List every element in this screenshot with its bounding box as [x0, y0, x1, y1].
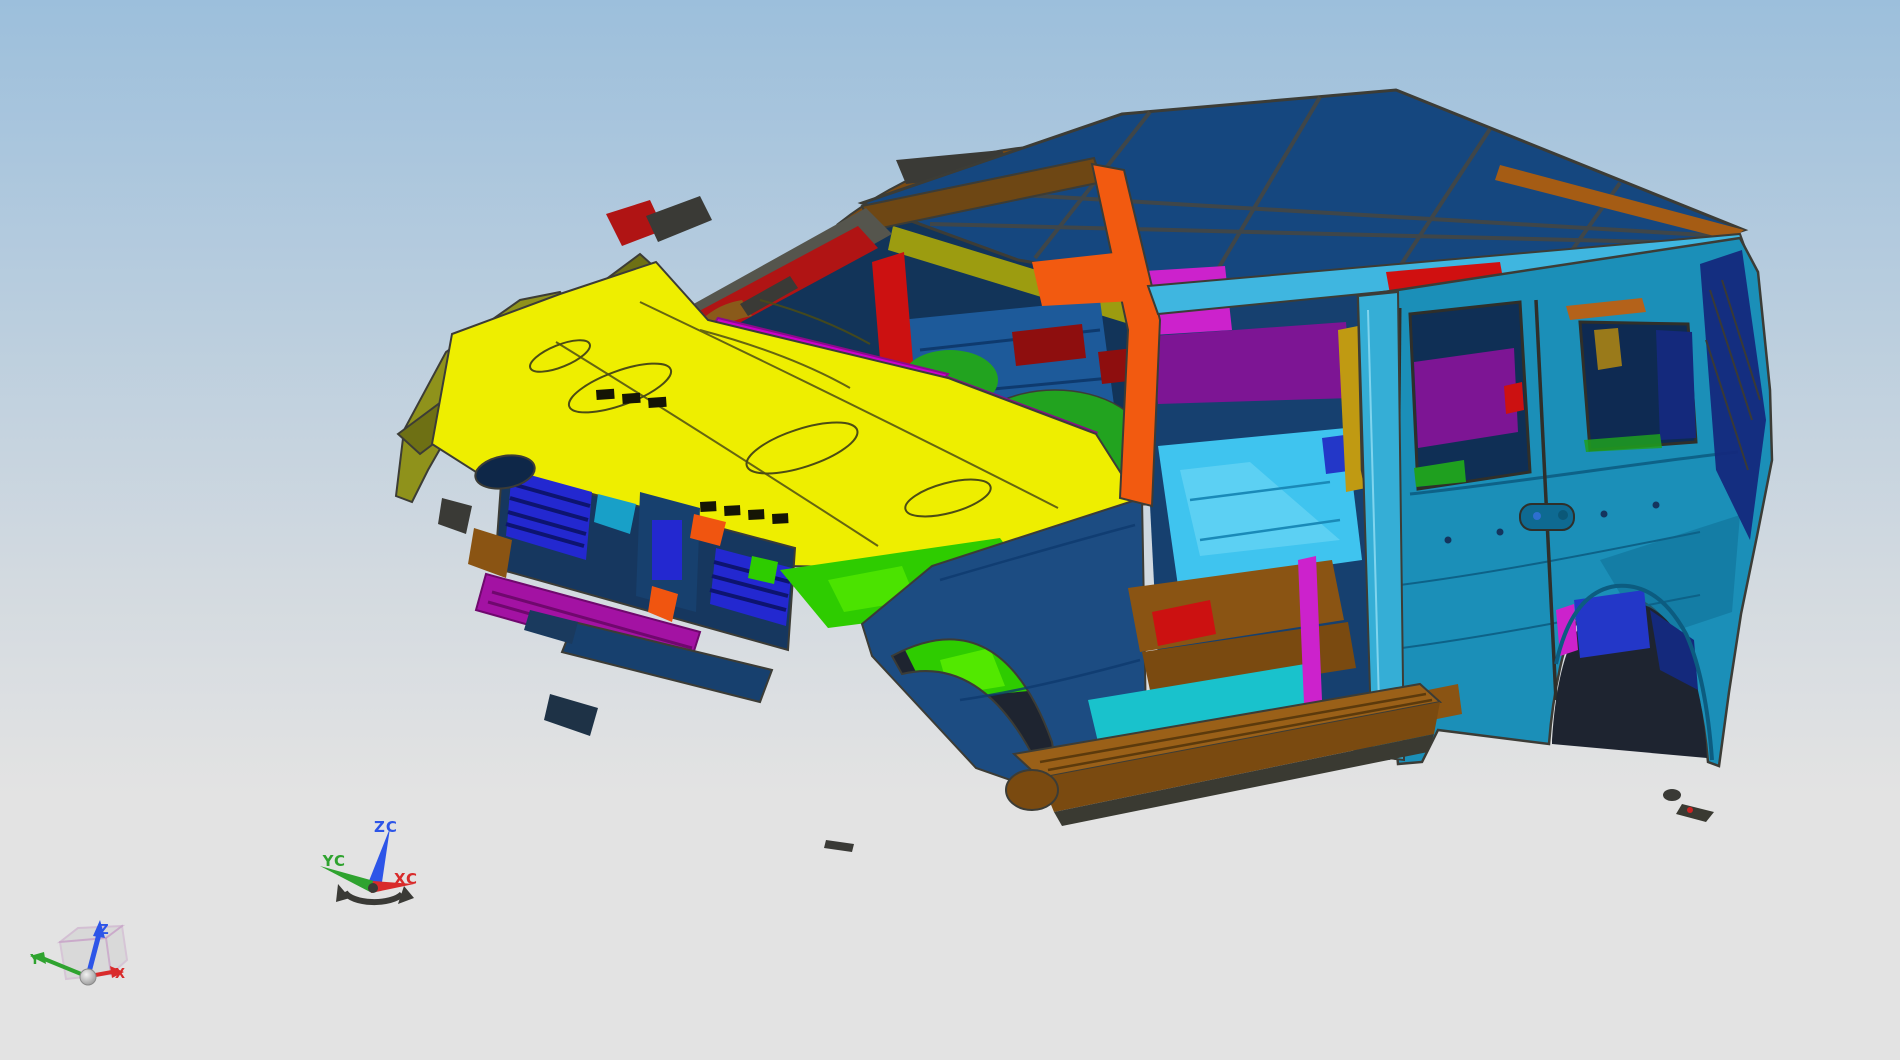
air-dam-bracket[interactable]: [544, 694, 598, 736]
quarter-trim-rail[interactable]: [1152, 322, 1352, 404]
window-interior-red[interactable]: [1504, 382, 1524, 414]
quarter-bracket-gold[interactable]: [1594, 328, 1622, 370]
small-clip-part[interactable]: [1663, 789, 1681, 801]
tow-bracket[interactable]: [438, 498, 472, 534]
quarter-inner-navy[interactable]: [1656, 330, 1696, 440]
model-scene: ZC YC XC Z Y X: [29, 88, 1774, 986]
wcs-z-label: ZC: [374, 818, 398, 836]
abs-y-label: Y: [29, 953, 40, 968]
handle-glint: [1533, 512, 1541, 520]
cad-viewport[interactable]: ZC YC XC Z Y X: [0, 0, 1900, 1060]
small-bracket-part[interactable]: [824, 840, 854, 852]
abs-origin-sphere[interactable]: [79, 968, 97, 986]
abs-z-label: Z: [99, 923, 108, 938]
window-interior-purple[interactable]: [1414, 348, 1518, 448]
wcs-origin[interactable]: [368, 883, 378, 893]
wcs-z-axis[interactable]: [367, 828, 390, 889]
small-bracket-part[interactable]: [1676, 804, 1714, 822]
wcs-x-label: XC: [394, 870, 418, 888]
wcs-y-label: YC: [322, 852, 346, 870]
lock-cylinder: [1558, 510, 1568, 520]
abs-x-label: X: [115, 967, 125, 982]
wcs-triad[interactable]: ZC YC XC: [320, 818, 418, 906]
center-column-insert[interactable]: [652, 520, 682, 580]
wcs-rotate-handle[interactable]: [342, 890, 405, 906]
wcs-y-axis[interactable]: [320, 866, 374, 893]
detached-parts[interactable]: [824, 789, 1714, 852]
bracket-red-dot: [1687, 807, 1693, 813]
absolute-triad[interactable]: Z Y X: [29, 920, 129, 986]
board-front-cap[interactable]: [1005, 769, 1059, 811]
rail-cap-dark[interactable]: [646, 196, 712, 242]
